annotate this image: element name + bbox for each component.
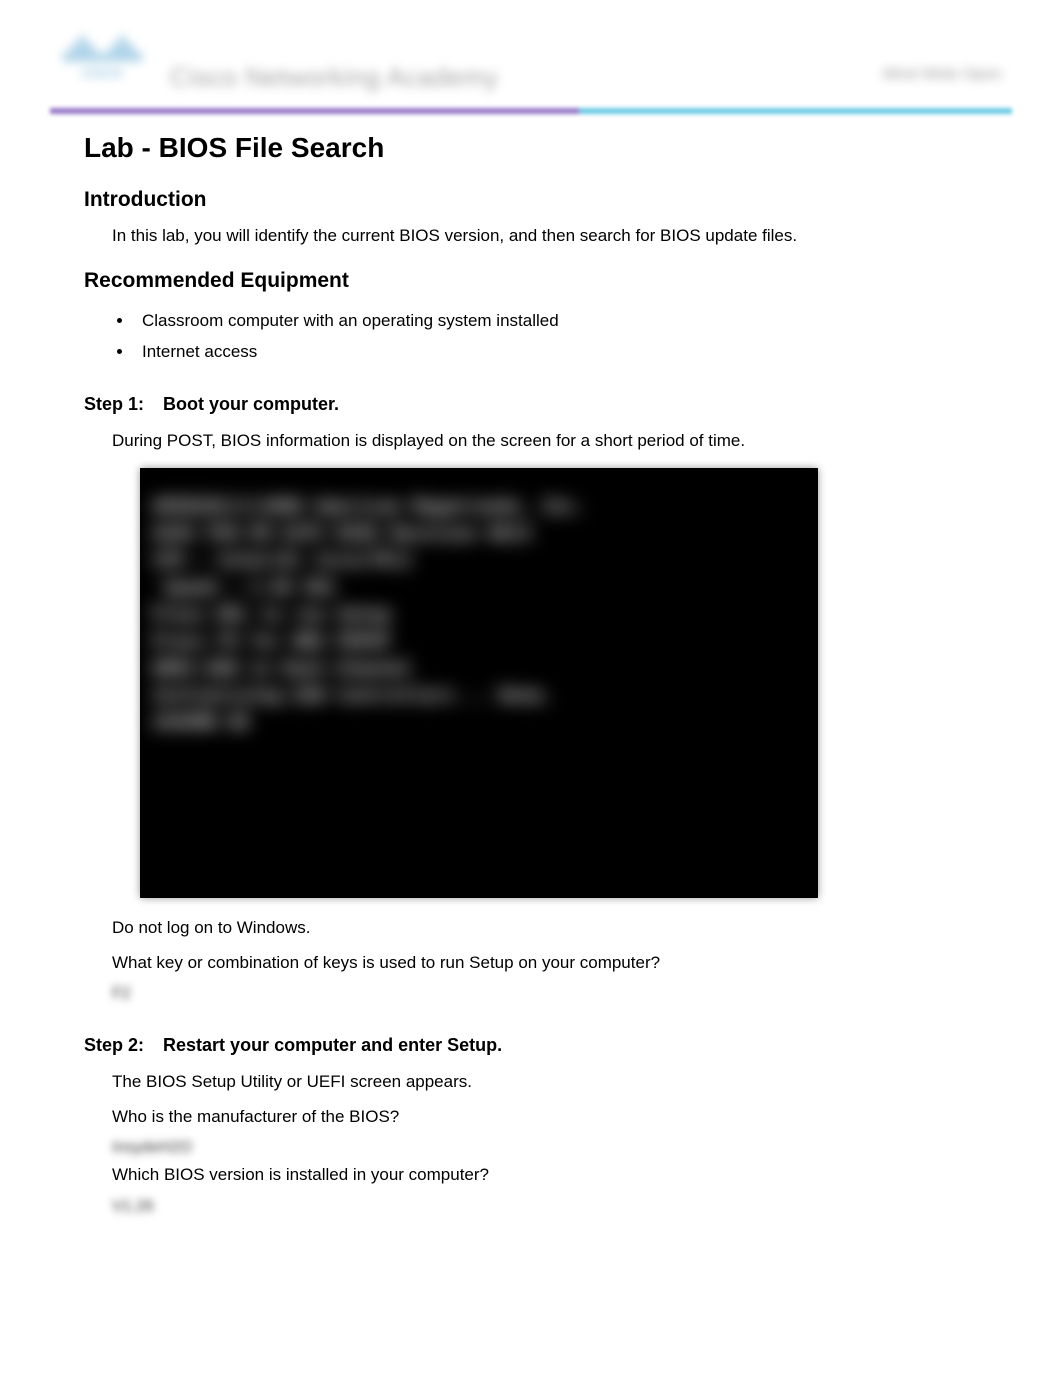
step2-answer1: InsydeH2O (112, 1139, 192, 1157)
post-screenshot: AMIBIOS(C)2006 American Megatrends, Inc.… (140, 468, 818, 898)
post-line: Speed : 2.66 GHz (152, 577, 806, 598)
intro-heading: Introduction (84, 188, 978, 212)
step1-answer: F2 (112, 985, 131, 1003)
step1-question: What key or combination of keys is used … (112, 951, 978, 976)
equipment-list: Classroom computer with an operating sys… (134, 305, 978, 369)
cisco-bars-icon (60, 32, 145, 62)
list-item: Internet access (134, 336, 978, 368)
post-line: Press F8 for BBS POPUP (152, 631, 806, 652)
step1-text1: During POST, BIOS information is display… (112, 429, 978, 454)
step2-number: Step 2: (84, 1035, 144, 1055)
step2-heading: Step 2: Restart your computer and enter … (84, 1035, 978, 1056)
brand-logo: cisco (60, 32, 145, 92)
step1-text2: Do not log on to Windows. (112, 916, 978, 941)
intro-text: In this lab, you will identify the curre… (112, 224, 978, 249)
step1-title: Boot your computer. (163, 394, 339, 414)
step1-number: Step 1: (84, 394, 144, 414)
list-item: Classroom computer with an operating sys… (134, 305, 978, 337)
post-line: CPU : Intel(R) Core(TM)2 (152, 550, 806, 571)
header-title: Cisco Networking Academy (170, 62, 498, 93)
post-line: DDR2-800 in Dual-Channel (152, 658, 806, 679)
header-tagline: Mind Wide Open (883, 66, 1002, 84)
step2-title: Restart your computer and enter Setup. (163, 1035, 502, 1055)
header-banner: cisco Cisco Networking Academy Mind Wide… (50, 30, 1012, 102)
post-line: AMIBIOS(C)2006 American Megatrends, Inc. (152, 496, 806, 517)
post-line: ASUS P5K-VM ACPI BIOS Revision 0613 (152, 523, 806, 544)
equipment-heading: Recommended Equipment (84, 269, 978, 293)
accent-bar (50, 108, 1012, 114)
post-line: 2048MB OK (152, 712, 806, 733)
step2-question2: Which BIOS version is installed in your … (112, 1163, 978, 1188)
step2-answer2: V1.26 (112, 1198, 154, 1216)
step2-question1: Who is the manufacturer of the BIOS? (112, 1105, 978, 1130)
step2-text1: The BIOS Setup Utility or UEFI screen ap… (112, 1070, 978, 1095)
post-line: Initializing USB Controllers .. Done. (152, 685, 806, 706)
post-line: Press DEL to run Setup (152, 604, 806, 625)
step1-heading: Step 1: Boot your computer. (84, 394, 978, 415)
brand-word: cisco (60, 64, 145, 80)
page-title: Lab - BIOS File Search (84, 132, 978, 164)
